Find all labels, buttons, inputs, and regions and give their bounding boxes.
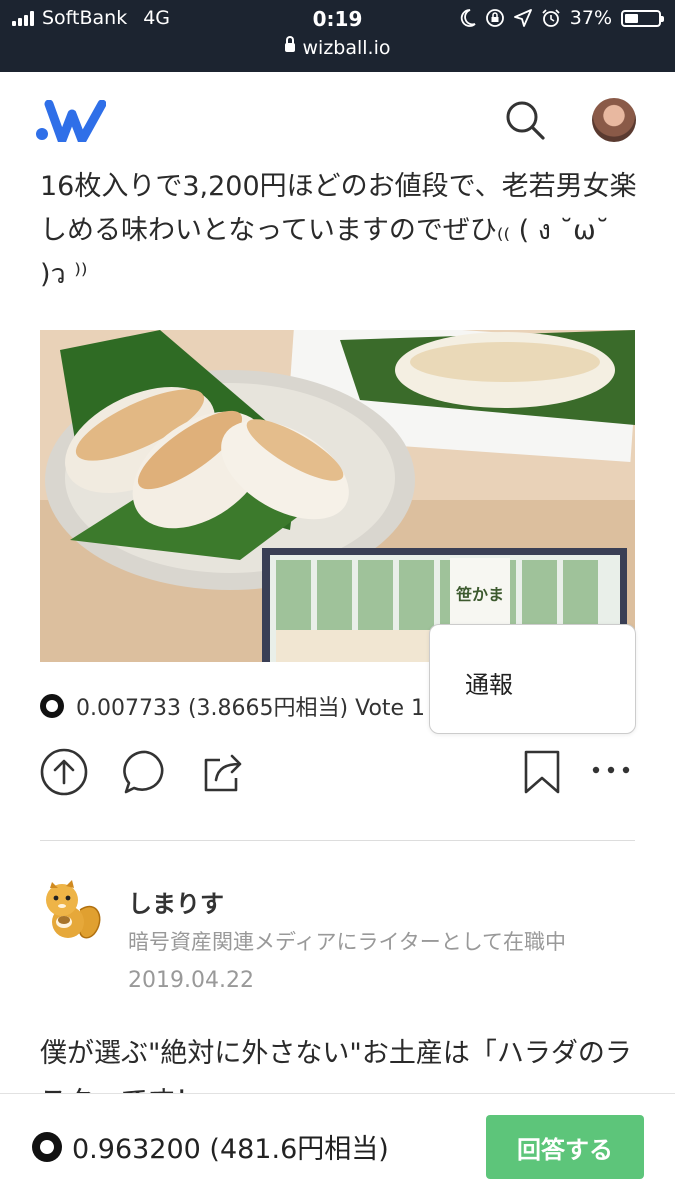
status-icons: 37%	[460, 7, 664, 29]
more-icon[interactable]	[588, 748, 636, 796]
share-icon[interactable]	[200, 748, 248, 796]
upvote-icon[interactable]	[40, 748, 88, 796]
url-text: wizball.io	[302, 37, 391, 59]
author-avatar[interactable]	[40, 880, 104, 944]
address-bar[interactable]: wizball.io	[0, 36, 675, 59]
location-icon	[513, 9, 532, 27]
answer-button[interactable]: 回答する	[486, 1115, 644, 1179]
post-reward-text: 0.007733 (3.8665円相当) Vote 1	[76, 696, 426, 721]
question-reward-text: 0.963200 (481.6円相当)	[72, 1134, 389, 1165]
battery-percent: 37%	[569, 7, 612, 29]
user-avatar[interactable]	[592, 98, 636, 142]
author-name[interactable]: しまりす	[128, 884, 224, 919]
bookmark-icon[interactable]	[518, 748, 566, 796]
package-label: 笹かま	[455, 585, 504, 604]
bottom-bar: 0.963200 (481.6円相当) 回答する	[0, 1093, 675, 1201]
question-reward: 0.963200 (481.6円相当)	[32, 1127, 389, 1166]
search-icon[interactable]	[503, 98, 547, 142]
more-menu-popup: 通報	[429, 624, 636, 734]
answer-date: 2019.04.22	[128, 968, 254, 993]
lock-icon	[284, 36, 295, 52]
status-bar: SoftBank 4G 0:19 37% wizball.io	[0, 0, 675, 72]
moon-icon	[460, 9, 476, 27]
post-image: 笹かま	[40, 330, 635, 662]
battery-icon	[621, 9, 664, 27]
author-description: 暗号資産関連メディアにライターとして在職中	[128, 930, 567, 954]
alarm-icon	[542, 9, 560, 27]
rotation-lock-icon	[485, 9, 504, 27]
divider	[40, 840, 635, 841]
post-reward: 0.007733 (3.8665円相当) Vote 1	[40, 690, 425, 722]
wizball-logo[interactable]	[36, 100, 106, 142]
coin-icon	[40, 694, 64, 718]
coin-icon	[32, 1131, 62, 1162]
post-text: 16枚入りで3,200円ほどのお値段で、老若男女楽しめる味わいとなっていますので…	[40, 171, 637, 290]
report-menu-item[interactable]: 通報	[465, 665, 513, 700]
comment-icon[interactable]	[122, 748, 170, 796]
